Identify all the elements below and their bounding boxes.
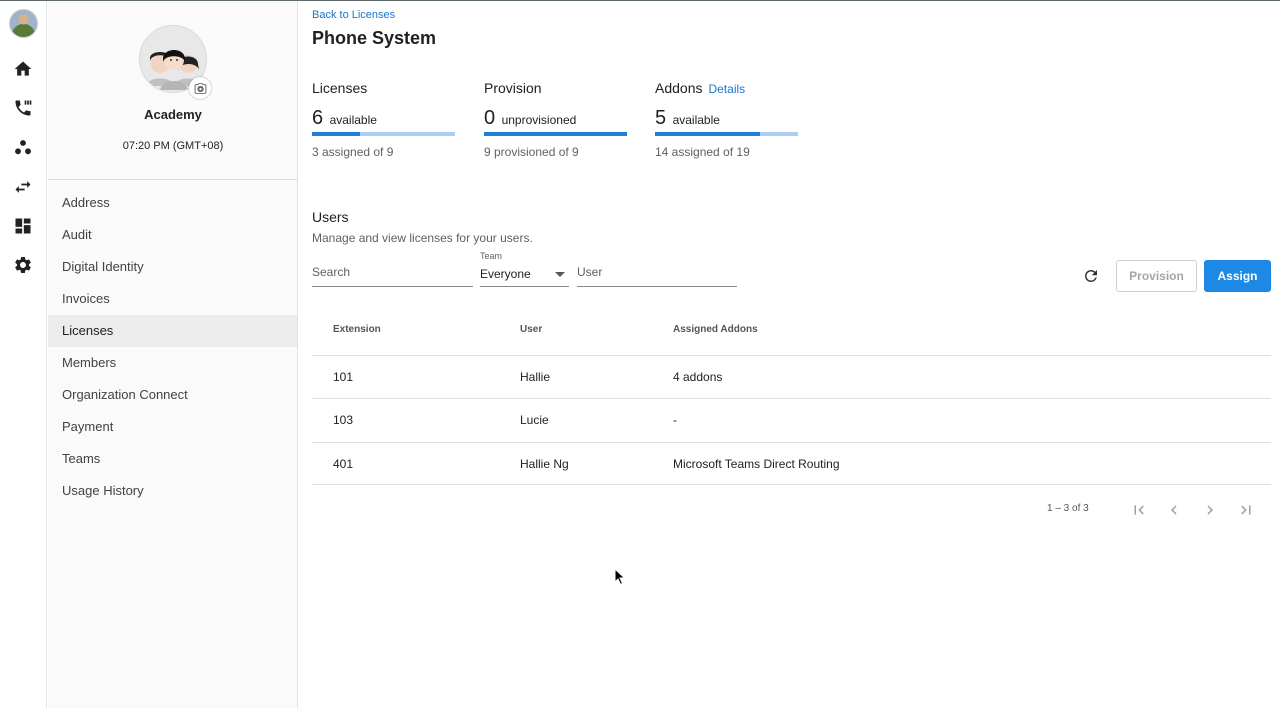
cell-user: Hallie Ng bbox=[520, 457, 569, 471]
back-to-licenses-link[interactable]: Back to Licenses bbox=[312, 9, 395, 21]
org-name: Academy bbox=[144, 107, 202, 122]
column-header-user[interactable]: User bbox=[520, 324, 542, 335]
dropdown-caret-icon bbox=[555, 272, 565, 277]
cell-user: Hallie bbox=[520, 370, 551, 384]
settings-menu: Address Audit Digital Identity Invoices … bbox=[48, 187, 297, 507]
addons-available-unit: available bbox=[672, 113, 720, 127]
cell-addons: Microsoft Teams Direct Routing bbox=[673, 457, 840, 471]
user-field bbox=[577, 259, 737, 287]
licenses-stat: Licenses 6 available 3 assigned of 9 bbox=[312, 80, 455, 159]
provision-progress-fill bbox=[484, 132, 627, 136]
cell-extension: 101 bbox=[333, 370, 354, 384]
licenses-available-count: 6 bbox=[312, 107, 324, 129]
licenses-table: Extension User Assigned Addons 101 Halli… bbox=[312, 313, 1271, 485]
previous-page-icon[interactable] bbox=[1165, 501, 1183, 519]
mouse-cursor-icon bbox=[614, 568, 626, 586]
dashboard-icon[interactable] bbox=[13, 216, 33, 236]
pagination-range: 1 – 3 of 3 bbox=[1047, 503, 1089, 514]
cell-extension: 103 bbox=[333, 413, 354, 427]
licenses-stat-label: Licenses bbox=[312, 80, 368, 96]
addons-stat: Addons Details 5 available 14 assigned of… bbox=[655, 80, 798, 159]
provision-stat-label: Provision bbox=[484, 80, 542, 96]
provision-button[interactable]: Provision bbox=[1116, 260, 1197, 292]
provisioned-text: 9 provisioned of 9 bbox=[484, 145, 579, 159]
team-select-label: Team bbox=[480, 251, 503, 261]
addons-stat-label: Addons bbox=[655, 80, 703, 96]
unprovisioned-count: 0 bbox=[484, 107, 496, 129]
table-row[interactable]: 401 Hallie Ng Microsoft Teams Direct Rou… bbox=[312, 442, 1271, 485]
users-section-description: Manage and view licenses for your users. bbox=[312, 231, 533, 245]
cell-addons: 4 addons bbox=[673, 370, 723, 384]
refresh-icon[interactable] bbox=[1082, 267, 1100, 285]
search-field bbox=[312, 259, 473, 287]
menu-item-organization-connect[interactable]: Organization Connect bbox=[48, 379, 297, 411]
org-local-time: 07:20 PM (GMT+08) bbox=[122, 140, 224, 152]
home-icon[interactable] bbox=[13, 59, 33, 79]
search-input[interactable] bbox=[312, 259, 473, 285]
org-sidebar: Academy 07:20 PM (GMT+08) Address Audit … bbox=[48, 1, 298, 708]
assign-button[interactable]: Assign bbox=[1204, 260, 1271, 292]
menu-item-licenses[interactable]: Licenses bbox=[48, 315, 297, 347]
team-select-value: Everyone bbox=[480, 267, 531, 281]
menu-item-payment[interactable]: Payment bbox=[48, 411, 297, 443]
settings-gear-icon[interactable] bbox=[13, 255, 33, 275]
menu-item-usage-history[interactable]: Usage History bbox=[48, 475, 297, 507]
sidebar-divider bbox=[48, 179, 298, 180]
addons-available-count: 5 bbox=[655, 107, 667, 129]
table-row[interactable]: 103 Lucie - bbox=[312, 399, 1271, 442]
table-row[interactable]: 101 Hallie 4 addons bbox=[312, 356, 1271, 399]
last-page-icon[interactable] bbox=[1237, 501, 1255, 519]
cell-extension: 401 bbox=[333, 457, 354, 471]
menu-item-members[interactable]: Members bbox=[48, 347, 297, 379]
column-header-extension[interactable]: Extension bbox=[333, 324, 381, 335]
menu-item-invoices[interactable]: Invoices bbox=[48, 283, 297, 315]
menu-item-digital-identity[interactable]: Digital Identity bbox=[48, 251, 297, 283]
licenses-assigned-text: 3 assigned of 9 bbox=[312, 145, 394, 159]
page-title: Phone System bbox=[312, 28, 437, 48]
swap-arrows-icon[interactable] bbox=[13, 177, 33, 197]
licenses-progress-bar bbox=[312, 132, 455, 136]
phone-calls-icon[interactable] bbox=[13, 98, 33, 118]
column-header-assigned-addons[interactable]: Assigned Addons bbox=[673, 324, 758, 335]
addons-details-link[interactable]: Details bbox=[708, 82, 745, 96]
unprovisioned-unit: unprovisioned bbox=[501, 113, 577, 127]
cell-addons: - bbox=[673, 413, 677, 427]
user-avatar[interactable] bbox=[9, 9, 38, 38]
addons-progress-fill bbox=[655, 132, 761, 136]
provision-stat: Provision 0 unprovisioned 9 provisioned … bbox=[484, 80, 627, 159]
cell-user: Lucie bbox=[520, 413, 549, 427]
menu-item-teams[interactable]: Teams bbox=[48, 443, 297, 475]
icon-rail bbox=[0, 1, 47, 708]
addons-progress-bar bbox=[655, 132, 798, 136]
licenses-progress-fill bbox=[312, 132, 360, 136]
contacts-group-icon[interactable] bbox=[13, 138, 33, 158]
table-header: Extension User Assigned Addons bbox=[312, 313, 1271, 356]
menu-item-audit[interactable]: Audit bbox=[48, 219, 297, 251]
users-section-title: Users bbox=[312, 209, 349, 225]
menu-item-address[interactable]: Address bbox=[48, 187, 297, 219]
licenses-available-unit: available bbox=[329, 113, 377, 127]
user-input[interactable] bbox=[577, 259, 737, 285]
addons-assigned-text: 14 assigned of 19 bbox=[655, 145, 750, 159]
main-content: Back to Licenses Phone System Licenses 6… bbox=[298, 1, 1280, 708]
provision-progress-bar bbox=[484, 132, 627, 136]
first-page-icon[interactable] bbox=[1130, 501, 1148, 519]
team-select[interactable]: Team Everyone bbox=[480, 249, 569, 287]
next-page-icon[interactable] bbox=[1201, 501, 1219, 519]
camera-icon[interactable] bbox=[189, 77, 211, 99]
